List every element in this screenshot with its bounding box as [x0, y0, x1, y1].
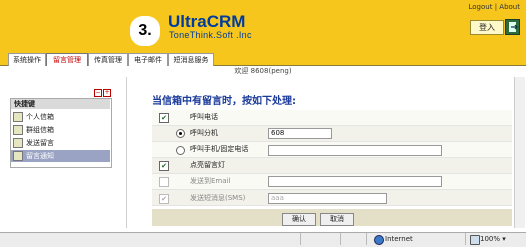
extension-input[interactable]: 608 [268, 128, 332, 139]
login-button[interactable]: 登入 [470, 20, 504, 35]
quick-item-label: 发送留言 [26, 139, 54, 147]
security-zone-label: Internet [385, 235, 413, 243]
zoom-icon[interactable] [470, 235, 480, 245]
welcome-text: 欢迎 8608(peng) [0, 66, 526, 76]
group-icon [13, 125, 23, 135]
status-divider [340, 233, 341, 245]
send-sms-checkbox[interactable]: ✔ [159, 194, 169, 204]
call-extension-radio[interactable] [176, 129, 185, 138]
call-extension-label: 呼叫分机 [190, 129, 218, 137]
top-links-separator: | [494, 3, 498, 11]
status-divider [465, 233, 466, 245]
quick-item-label: 个人信箱 [26, 113, 54, 121]
sms-input[interactable]: aaa [268, 193, 387, 204]
call-phone-label: 呼叫电话 [190, 113, 218, 121]
call-mobile-label: 呼叫手机/固定电话 [190, 145, 249, 153]
quick-item-label: 群组信箱 [26, 126, 54, 134]
header-banner [0, 0, 526, 52]
send-email-checkbox[interactable] [159, 177, 169, 187]
brand-title: UltraCRM [168, 12, 246, 31]
send-icon [13, 138, 23, 148]
status-divider [300, 233, 301, 245]
send-email-label: 发送到Email [190, 177, 231, 185]
about-link[interactable]: About [499, 3, 520, 11]
expand-icon[interactable]: + [103, 89, 111, 97]
globe-icon [374, 235, 384, 245]
light-lamp-label: 点亮留言灯 [190, 161, 225, 169]
person-icon [13, 112, 23, 122]
mobile-input[interactable] [268, 145, 442, 156]
quick-item-message-notify[interactable]: 留言通知 [11, 149, 110, 162]
quick-panel-title: 快捷键 [11, 99, 110, 109]
quick-item-group-mailbox[interactable]: 群组信箱 [11, 123, 110, 136]
brand-subtitle: ToneThink.Soft .Inc [169, 30, 252, 40]
tab-email[interactable]: 电子邮件 [128, 53, 168, 66]
chevron-down-icon: ▾ [502, 235, 506, 243]
status-divider [366, 233, 367, 245]
zoom-level[interactable]: 100% ▾ [480, 235, 506, 243]
logo-badge: 3. [130, 16, 160, 46]
vertical-scrollbar[interactable] [514, 77, 525, 228]
collapse-icon[interactable]: − [94, 89, 102, 97]
call-phone-checkbox[interactable]: ✔ [159, 113, 169, 123]
tab-sms[interactable]: 短消息服务 [168, 53, 214, 66]
notify-icon [13, 151, 23, 161]
page-title: 当信箱中有留言时，按如下处理: [152, 96, 296, 107]
call-mobile-radio[interactable] [176, 146, 185, 155]
tab-system[interactable]: 系统操作 [8, 53, 46, 66]
panel-toggle: − + [94, 88, 112, 97]
quick-item-personal-mailbox[interactable]: 个人信箱 [11, 110, 110, 123]
logout-link[interactable]: Logout [469, 3, 493, 11]
tab-voicemail[interactable]: 留言管理 [46, 53, 88, 66]
cancel-button[interactable]: 取消 [320, 213, 354, 226]
ok-button[interactable]: 确认 [282, 213, 316, 226]
quick-item-label: 留言通知 [26, 152, 54, 160]
send-sms-label: 发送短消息(SMS) [190, 194, 246, 202]
top-links: Logout | About [469, 3, 521, 11]
tab-fax[interactable]: 传真管理 [88, 53, 128, 66]
email-input[interactable] [268, 176, 442, 187]
exit-icon[interactable] [505, 19, 520, 35]
zoom-value: 100% [480, 235, 501, 243]
quick-item-send-message[interactable]: 发送留言 [11, 136, 110, 149]
status-bar [0, 232, 526, 247]
light-lamp-checkbox[interactable]: ✔ [159, 161, 169, 171]
